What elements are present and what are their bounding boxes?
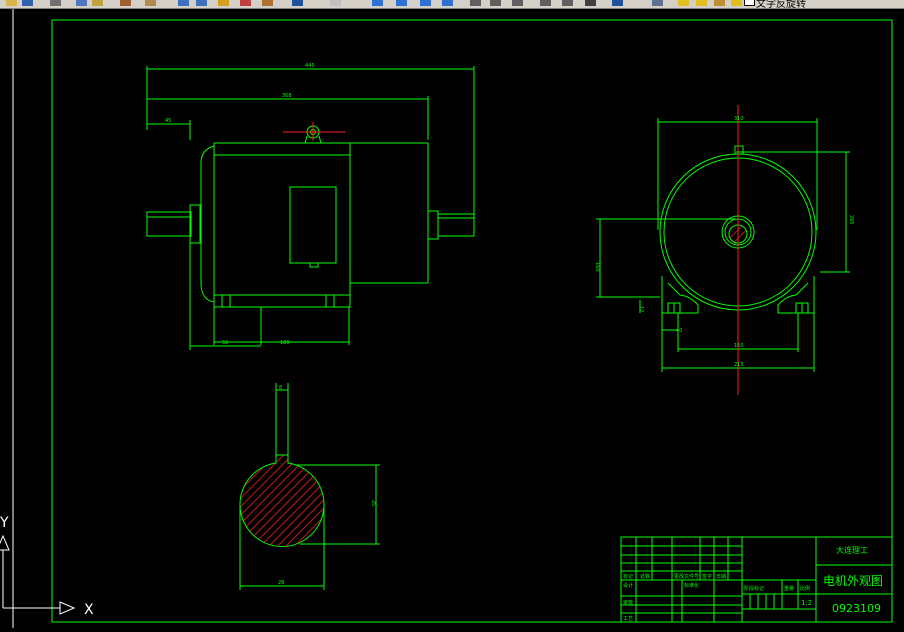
svg-text:160: 160 [734, 343, 744, 349]
svg-text:标准化: 标准化 [684, 582, 699, 589]
ucs-y-label: Y [0, 515, 9, 531]
svg-text:阶段标记: 阶段标记 [744, 585, 764, 592]
svg-text:28: 28 [278, 580, 284, 586]
print-icon[interactable] [50, 0, 61, 6]
svg-text:45: 45 [165, 118, 171, 124]
svg-text:40: 40 [676, 328, 682, 334]
svg-text:310: 310 [734, 116, 744, 122]
match-properties-icon[interactable] [145, 0, 156, 6]
drawing-border [51, 19, 893, 623]
open-icon[interactable] [6, 0, 17, 6]
ucs-x-label: X [84, 602, 94, 618]
save-icon[interactable] [22, 0, 33, 6]
svg-text:标记: 标记 [623, 573, 633, 580]
paste-icon[interactable] [120, 0, 131, 6]
grid-icon[interactable] [585, 0, 596, 6]
dim-style-icon[interactable] [490, 0, 501, 6]
multileader-icon[interactable] [540, 0, 551, 6]
svg-text:处数: 处数 [640, 573, 650, 580]
school-name: 大连理工 [836, 545, 868, 555]
layer-color-icon[interactable] [731, 0, 742, 6]
cad-toolbar: 文字反旋转 [0, 0, 904, 9]
svg-text:重量: 重量 [784, 585, 794, 592]
svg-text:比例: 比例 [800, 585, 810, 592]
pan-icon[interactable] [218, 0, 229, 6]
sun-icon[interactable] [696, 0, 707, 6]
table-style-icon[interactable] [512, 0, 523, 6]
tool-palette-icon[interactable] [396, 0, 407, 6]
bulb-icon[interactable] [678, 0, 689, 6]
sheet-set-icon[interactable] [420, 0, 431, 6]
side-view [596, 118, 850, 372]
svg-text:更改文件号: 更改文件号 [674, 573, 699, 580]
zoom-window-icon[interactable] [262, 0, 273, 6]
drawing-scale: 1:2 [801, 599, 812, 607]
svg-text:265: 265 [848, 215, 854, 225]
svg-text:160: 160 [594, 262, 600, 272]
design-center-icon[interactable] [372, 0, 383, 6]
undo-icon[interactable] [178, 0, 189, 6]
svg-text:签字: 签字 [702, 573, 712, 580]
ucs-icon: X Y [0, 515, 94, 618]
svg-text:180: 180 [280, 340, 290, 346]
layer-swatch-icon[interactable] [744, 0, 755, 6]
front-view-dims: 445 368 45 52 180 [165, 63, 315, 346]
svg-text:审核: 审核 [623, 599, 633, 606]
model-space[interactable]: X Y 445 368 45 52 180 310 265 160 12 40 … [0, 9, 904, 628]
layout-icon[interactable] [562, 0, 573, 6]
copy-icon[interactable] [92, 0, 103, 6]
layer-dropdown[interactable]: 文字反旋转 [756, 0, 806, 8]
svg-text:日期: 日期 [716, 574, 726, 580]
zoom-previous-icon[interactable] [292, 0, 303, 6]
drawing-number: 0923109 [832, 602, 881, 615]
title-block-text: 大连理工 电机外观图 0923109 1:2 标记 处数 更改文件号 签字 日期… [623, 545, 883, 622]
svg-text:445: 445 [305, 63, 315, 69]
layer-manager-icon[interactable] [612, 0, 623, 6]
cut-icon[interactable] [76, 0, 87, 6]
svg-text:工艺: 工艺 [623, 616, 633, 622]
lock-icon[interactable] [714, 0, 725, 6]
svg-text:8: 8 [279, 385, 282, 391]
svg-text:25: 25 [370, 500, 376, 506]
markup-icon[interactable] [442, 0, 453, 6]
redo-icon[interactable] [196, 0, 207, 6]
layer-state-icon[interactable] [652, 0, 663, 6]
svg-text:12: 12 [638, 306, 644, 312]
drawing-title: 电机外观图 [823, 574, 883, 588]
svg-text:368: 368 [282, 93, 292, 99]
properties-icon[interactable] [330, 0, 341, 6]
front-view [146, 66, 475, 350]
shaft-section: 8 25 28 [239, 383, 380, 590]
svg-text:设计: 设计 [623, 582, 633, 589]
zoom-realtime-icon[interactable] [240, 0, 251, 6]
svg-text:215: 215 [734, 362, 744, 368]
svg-text:52: 52 [222, 340, 228, 346]
text-style-icon[interactable] [470, 0, 481, 6]
